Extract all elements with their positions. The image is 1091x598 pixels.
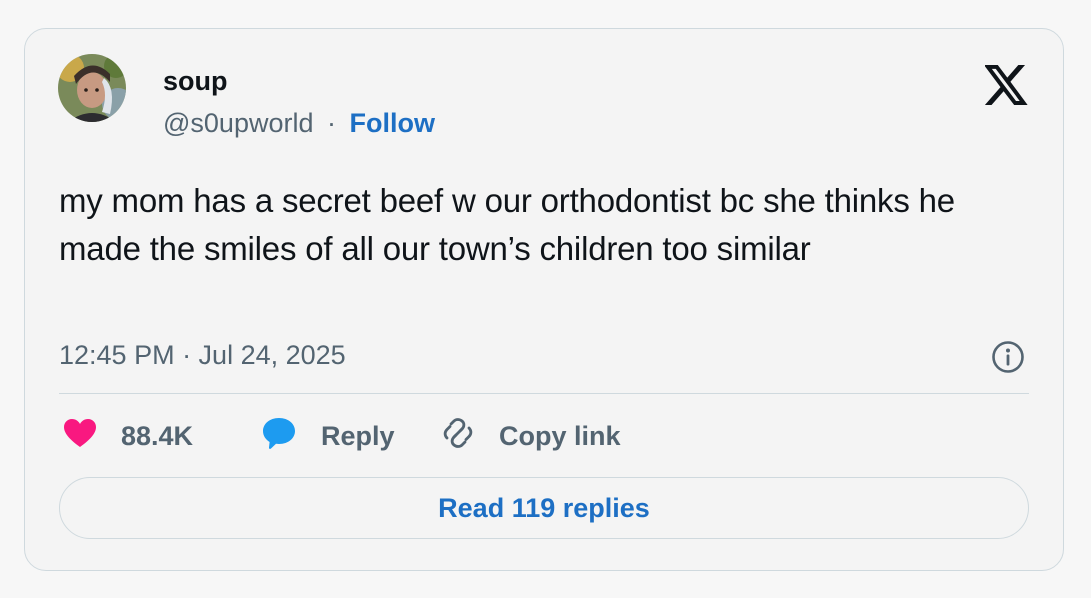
link-icon <box>441 416 475 457</box>
tweet-text: my mom has a secret beef w our orthodont… <box>59 182 955 267</box>
info-icon[interactable] <box>991 340 1025 374</box>
like-count: 88.4K <box>121 420 194 451</box>
copy-link-label: Copy link <box>499 420 621 451</box>
handle-separator: · <box>327 108 336 138</box>
avatar-image <box>58 54 126 122</box>
tweet-card: soup @s0upworld · Follow my mom has a se… <box>24 28 1064 571</box>
author-name[interactable]: soup <box>163 65 228 97</box>
tweet-timestamp[interactable]: 12:45 PM · Jul 24, 2025 <box>59 339 346 371</box>
heart-icon <box>63 418 97 455</box>
author-avatar[interactable] <box>58 54 126 122</box>
reply-label: Reply <box>321 420 395 451</box>
read-replies-label: Read 119 replies <box>438 492 650 523</box>
copy-link-button[interactable]: Copy link <box>441 417 621 453</box>
author-handle[interactable]: @s0upworld <box>163 108 313 138</box>
divider <box>59 393 1029 394</box>
follow-link[interactable]: Follow <box>350 108 435 138</box>
author-handle-row: @s0upworld · Follow <box>163 107 435 139</box>
x-logo-icon[interactable] <box>983 65 1029 105</box>
read-replies-button[interactable]: Read 119 replies <box>59 477 1029 539</box>
reply-button[interactable]: Reply <box>261 417 395 453</box>
reply-bubble-icon <box>261 416 297 457</box>
like-button[interactable]: 88.4K <box>63 418 194 455</box>
